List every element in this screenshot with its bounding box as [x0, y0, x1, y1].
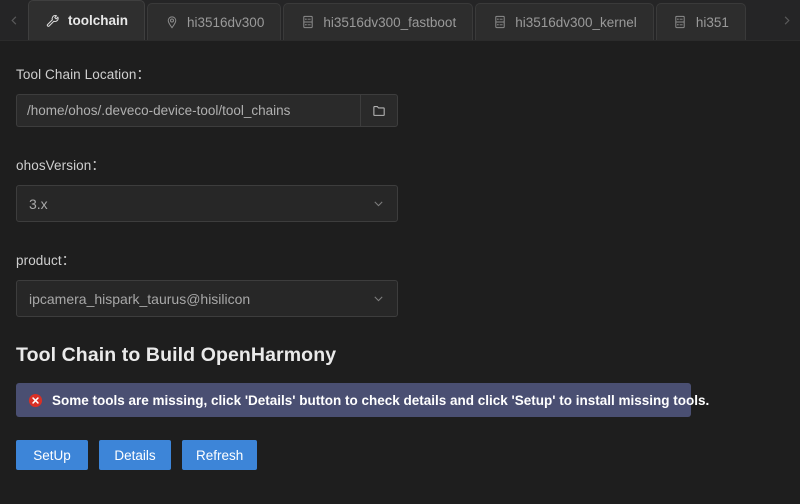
missing-tools-alert: Some tools are missing, click 'Details' …	[16, 383, 709, 417]
tab-hi3516dv300[interactable]: hi3516dv300	[147, 3, 282, 40]
field-product: product： ipcamera_hispark_taurus@hisilic…	[16, 249, 800, 317]
tab-hi3516dv300-fastboot[interactable]: hi3516dv300_fastboot	[283, 3, 474, 40]
field-ohos-version: ohosVersion： 3.x	[16, 154, 800, 222]
ohos-version-select[interactable]: 3.x	[16, 185, 398, 222]
tab-label: toolchain	[68, 13, 128, 28]
tab-label: hi3516dv300	[187, 14, 265, 30]
refresh-button[interactable]: Refresh	[182, 440, 258, 470]
setup-button[interactable]: SetUp	[16, 440, 88, 470]
error-circle-icon	[28, 393, 43, 408]
product-label: product：	[16, 253, 76, 268]
details-button[interactable]: Details	[99, 440, 171, 470]
folder-icon	[372, 103, 387, 118]
tab-label: hi3516dv300_fastboot	[323, 14, 457, 30]
ohos-version-value: 3.x	[29, 195, 48, 212]
chevron-right-icon	[781, 15, 792, 26]
location-pin-icon	[164, 15, 179, 30]
toolchain-config-panel: toolchain hi3516dv300 hi3516dv300_fastbo…	[0, 0, 800, 504]
tool-chain-location-input[interactable]	[16, 94, 360, 127]
wrench-icon	[45, 13, 60, 28]
device-board-icon	[300, 15, 315, 30]
tab-bar: toolchain hi3516dv300 hi3516dv300_fastbo…	[0, 0, 800, 41]
section-title: Tool Chain to Build OpenHarmony	[16, 344, 337, 366]
tab-hi351-truncated[interactable]: hi351	[655, 3, 746, 40]
toolchain-form: Tool Chain Location： ohosVersion： 3.x	[0, 41, 800, 504]
tab-toolchain[interactable]: toolchain	[28, 0, 145, 40]
device-board-icon	[673, 15, 688, 30]
chevron-down-icon	[372, 292, 385, 305]
tab-scroll-left-button[interactable]	[0, 0, 28, 40]
device-board-icon	[492, 15, 507, 30]
ohos-version-label: ohosVersion：	[16, 158, 106, 173]
tab-label: hi3516dv300_kernel	[515, 14, 637, 30]
product-select[interactable]: ipcamera_hispark_taurus@hisilicon	[16, 280, 398, 317]
browse-folder-button[interactable]	[360, 94, 398, 127]
tool-chain-location-row	[16, 94, 398, 127]
tab-scroll-right-button[interactable]	[772, 0, 800, 40]
field-tool-chain-location: Tool Chain Location：	[16, 63, 800, 127]
action-button-row: SetUp Details Refresh	[16, 440, 800, 470]
tab-hi3516dv300-kernel[interactable]: hi3516dv300_kernel	[475, 3, 654, 40]
alert-message: Some tools are missing, click 'Details' …	[52, 392, 710, 408]
chevron-down-icon	[372, 197, 385, 210]
product-value: ipcamera_hispark_taurus@hisilicon	[29, 290, 251, 307]
chevron-left-icon	[9, 15, 20, 26]
tab-label: hi351	[695, 14, 729, 30]
tab-strip: toolchain hi3516dv300 hi3516dv300_fastbo…	[28, 0, 800, 40]
tool-chain-location-label: Tool Chain Location：	[16, 67, 151, 82]
